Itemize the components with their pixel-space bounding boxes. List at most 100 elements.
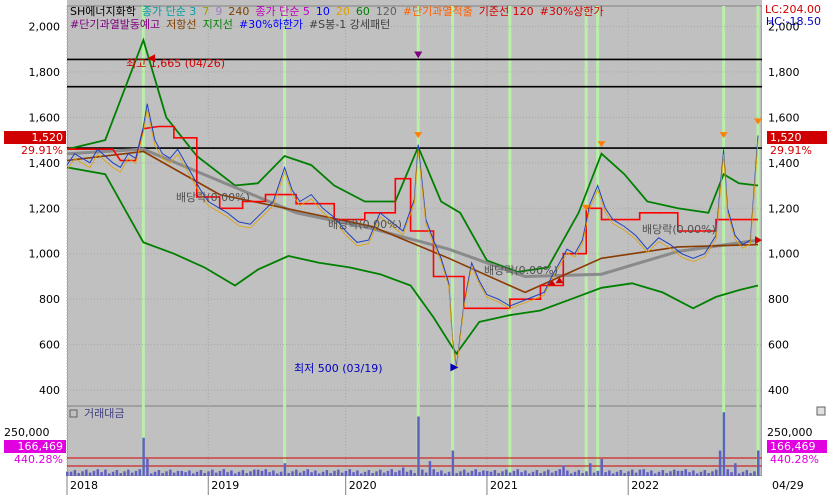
volume-bar (669, 471, 672, 476)
volume-bar (650, 470, 653, 476)
y-tick-label-left: 1,200 (29, 202, 61, 215)
volume-bar (673, 469, 676, 476)
volume-bar (302, 470, 306, 476)
volume-bar (474, 469, 477, 476)
volume-bar (398, 470, 401, 476)
volume-bar (508, 472, 512, 476)
legend-item[interactable]: 저항선 (166, 18, 196, 31)
dividend-annotation-3: 배당락(0.00%) (484, 264, 558, 277)
legend-item[interactable]: 지지선 (203, 18, 233, 31)
volume-bar (413, 473, 416, 476)
volume-bar (73, 470, 77, 476)
volume-bar (199, 470, 203, 476)
volume-bar (501, 471, 504, 476)
volume-bar (138, 469, 142, 476)
volume-bar (592, 472, 596, 476)
volume-bar (695, 473, 699, 476)
volume-bar (264, 469, 268, 476)
volume-bar (142, 437, 145, 476)
volume-bar (558, 469, 561, 476)
volume-bar (623, 473, 626, 476)
volume-bar (436, 472, 439, 476)
volume-bar (516, 469, 519, 476)
x-tick-label: 2019 (211, 479, 239, 492)
volume-bar (195, 471, 199, 476)
y-tick-label-right: 400 (768, 384, 789, 397)
volume-bar (283, 463, 287, 476)
volume-pct-left: 440.28% (14, 453, 63, 466)
volume-pct-right: 440.28% (770, 453, 819, 466)
legend-item[interactable]: #S봉-1 강세패턴 (309, 18, 390, 31)
dividend-annotation-4: 배당락(0.00%) (642, 223, 716, 236)
volume-bar (722, 412, 726, 476)
volume-bar (69, 471, 73, 476)
volume-bar (600, 459, 603, 476)
highlight-band (722, 6, 726, 476)
volume-bar (153, 471, 157, 476)
volume-bar (184, 472, 187, 476)
date-label: 04/29 (772, 479, 804, 492)
volume-bar (104, 469, 107, 476)
legend-item[interactable]: #30%상한가 (540, 5, 604, 18)
volume-bar (371, 473, 374, 476)
volume-bar (92, 470, 96, 476)
volume-bar (317, 473, 321, 476)
volume-bar (245, 473, 248, 476)
volume-bar (191, 473, 195, 476)
high-annotation: 최고 1,665 (04/26) (126, 57, 225, 70)
volume-bar (379, 469, 382, 476)
volume-bar (569, 473, 573, 476)
volume-bar (489, 471, 493, 476)
volume-bar (352, 472, 355, 476)
volume-bar (253, 469, 256, 476)
volume-bar (615, 471, 619, 476)
volume-bar (524, 470, 527, 476)
volume-tick-right: 250,000 (767, 426, 813, 439)
volume-bar (482, 470, 485, 476)
y-tick-label-left: 1,600 (29, 111, 61, 124)
volume-bar (134, 470, 138, 476)
volume-bar (596, 470, 600, 476)
legend-item[interactable]: #단기과열적출 (403, 5, 473, 18)
volume-bar (401, 467, 405, 476)
volume-bar (619, 470, 623, 476)
volume-bar (699, 471, 703, 476)
y-tick-label-left: 1,800 (29, 66, 61, 79)
volume-bar (539, 473, 542, 476)
volume-bar (611, 473, 615, 476)
volume-bar (646, 472, 649, 476)
volume-bar (172, 472, 176, 476)
volume-bar (577, 470, 581, 476)
volume-bar (241, 470, 245, 476)
volume-bar (298, 472, 302, 476)
legend-item[interactable]: #단기과열발동예고 (70, 18, 160, 31)
volume-bar (329, 473, 332, 476)
volume-bar (146, 459, 149, 476)
price-chart[interactable]: 2,000 2,0001,800 1,8001,600 1,6001,400 1,400… (0, 0, 827, 495)
volume-bar (428, 461, 432, 476)
volume-bar (363, 471, 367, 476)
volume-bar (85, 469, 88, 476)
legend-item[interactable]: #30%하한가 (239, 18, 303, 31)
volume-bar (531, 471, 535, 476)
volume-bar (608, 470, 611, 476)
volume-close-button[interactable] (816, 406, 826, 416)
volume-bar (661, 470, 665, 476)
highlight-band (596, 6, 600, 476)
volume-bar (123, 471, 126, 476)
volume-bar (459, 471, 462, 476)
volume-bar (745, 470, 749, 476)
y-tick-label-right: 600 (768, 339, 789, 352)
volume-bar (321, 471, 325, 476)
volume-bar (180, 470, 184, 476)
volume-bar (291, 471, 294, 476)
volume-bar (463, 469, 466, 476)
volume-bar (730, 472, 733, 476)
volume-bar (100, 472, 103, 476)
legend-item[interactable]: 기준선 120 (479, 5, 534, 18)
volume-bar (443, 473, 447, 476)
volume-bar (711, 471, 714, 476)
y-tick-label-right: 1,400 (768, 157, 800, 170)
volume-bar (497, 473, 500, 476)
volume-bar (692, 470, 695, 476)
